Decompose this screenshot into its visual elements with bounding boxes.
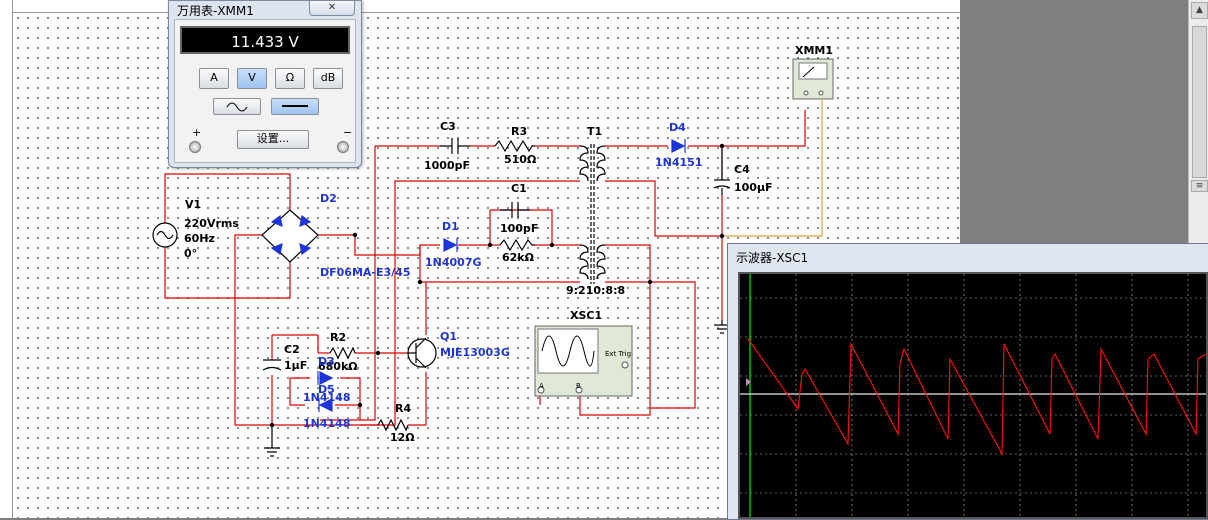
d2-ref-label: D2 bbox=[320, 192, 337, 205]
ampere-button[interactable]: A bbox=[199, 68, 229, 89]
r2-ref-label: R2 bbox=[330, 331, 347, 344]
resistor-icon bbox=[494, 139, 535, 153]
q1-value-label: MJE13003G bbox=[440, 346, 510, 359]
c1-value-label: 100pF bbox=[500, 222, 539, 235]
oscilloscope-window[interactable]: 示波器-XSC1 bbox=[727, 243, 1208, 520]
volt-button[interactable]: V bbox=[237, 68, 267, 89]
r1-value-label: 62kΩ bbox=[502, 251, 534, 264]
transformer-icon bbox=[579, 145, 589, 182]
c3-value-label: 1000pF bbox=[424, 159, 471, 172]
d3-ref-label: D3 bbox=[318, 355, 335, 368]
multimeter-symbol[interactable] bbox=[792, 58, 834, 100]
c1-ref-label: C1 bbox=[511, 182, 527, 195]
scroll-up-arrow-icon[interactable]: ▲ bbox=[1191, 2, 1208, 19]
close-button[interactable]: ✕ bbox=[309, 1, 355, 16]
oscilloscope-window-title: 示波器-XSC1 bbox=[736, 251, 809, 265]
d5-value-label: 1N4148 bbox=[303, 417, 351, 430]
c2-ref-label: C2 bbox=[284, 343, 300, 356]
v1-voltage-label: 220Vrms bbox=[184, 217, 239, 230]
r3-value-label: 510Ω bbox=[504, 153, 537, 166]
c4-ref-label: C4 bbox=[734, 163, 750, 176]
t1-ratio-label: 9:210:8:8 bbox=[566, 284, 626, 297]
q1-ref-label: Q1 bbox=[440, 330, 458, 343]
t1-ref-label: T1 bbox=[587, 125, 603, 138]
ac-mode-button[interactable] bbox=[213, 98, 261, 115]
d2-value-label: DF06MA-E3/45 bbox=[320, 266, 411, 279]
sine-wave-icon bbox=[226, 102, 248, 112]
d4-value-label: 1N4151 bbox=[655, 156, 703, 169]
xsc1-ref-label: XSC1 bbox=[570, 309, 603, 322]
v1-freq-label: 60Hz bbox=[184, 232, 215, 245]
db-button[interactable]: dB bbox=[313, 68, 343, 89]
ohm-button[interactable]: Ω bbox=[275, 68, 305, 89]
bridge-rectifier-icon bbox=[261, 209, 319, 263]
ground-icon bbox=[264, 425, 280, 457]
negative-terminal-icon[interactable] bbox=[337, 141, 349, 153]
xsc1-b-label: B bbox=[576, 382, 581, 390]
multimeter-window[interactable]: 万用表-XMM1 ✕ 11.433 V A V Ω dB + − 设置... bbox=[168, 0, 362, 168]
dc-mode-button[interactable] bbox=[271, 98, 319, 115]
d5-ref-label: D5 bbox=[318, 383, 335, 396]
c2-value-label: 1µF bbox=[284, 359, 308, 372]
xsc1-a-label: A bbox=[539, 382, 544, 390]
d1-value-label: 1N4007G bbox=[425, 256, 482, 269]
channel-a-trace bbox=[747, 338, 1206, 457]
settings-button[interactable]: 设置... bbox=[237, 130, 309, 149]
positive-terminal-icon[interactable] bbox=[189, 141, 201, 153]
component-symbols bbox=[152, 138, 731, 457]
v1-ref-label: V1 bbox=[185, 198, 202, 211]
r4-value-label: 12Ω bbox=[390, 431, 415, 444]
oscilloscope-symbol[interactable] bbox=[534, 325, 633, 397]
negative-terminal-label: − bbox=[343, 126, 353, 139]
d4-ref-label: D4 bbox=[669, 121, 686, 134]
c4-value-label: 100µF bbox=[734, 181, 773, 194]
scroll-grip-icon: ≡ bbox=[1191, 180, 1208, 192]
multimeter-reading: 11.433 V bbox=[180, 26, 350, 54]
capacitor-icon bbox=[440, 138, 470, 154]
oscilloscope-grid bbox=[740, 274, 1206, 517]
r3-ref-label: R3 bbox=[511, 125, 528, 138]
oscilloscope-screen[interactable] bbox=[738, 272, 1208, 519]
v1-phase-label: 0° bbox=[184, 247, 198, 260]
xsc1-exttrig-label: Ext Trig bbox=[605, 350, 632, 358]
d1-ref-label: D1 bbox=[442, 220, 459, 233]
diode-icon bbox=[443, 238, 458, 252]
scroll-thumb[interactable] bbox=[1192, 26, 1207, 178]
c3-ref-label: C3 bbox=[440, 120, 456, 133]
dc-line-icon bbox=[282, 105, 308, 107]
multimeter-window-title: 万用表-XMM1 bbox=[177, 4, 254, 18]
multimeter-panel: 11.433 V A V Ω dB + − 设置... bbox=[174, 19, 356, 163]
xmm1-ref-label: XMM1 bbox=[795, 44, 834, 57]
positive-terminal-label: + bbox=[192, 126, 202, 139]
r4-ref-label: R4 bbox=[395, 402, 412, 415]
